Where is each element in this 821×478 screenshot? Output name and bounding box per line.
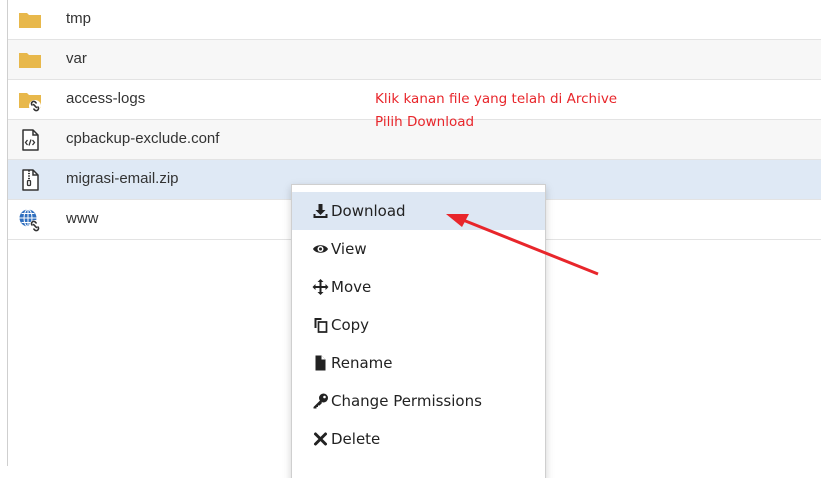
download-icon: [313, 204, 328, 218]
menu-item-label: View: [331, 240, 367, 258]
menu-item-rename[interactable]: Rename: [292, 344, 545, 382]
menu-item-label: Delete: [331, 430, 381, 448]
file-row-var[interactable]: var: [8, 40, 821, 80]
menu-item-download[interactable]: Download: [292, 192, 545, 230]
file-name: tmp: [66, 10, 92, 27]
copy-icon: [314, 318, 328, 333]
file-name: www: [66, 210, 99, 227]
file-manager: tmp var access-logs cpbackup-exclude.con…: [0, 0, 821, 478]
code-file-icon: [18, 128, 42, 152]
file-icon: [315, 355, 326, 371]
file-name: cpbackup-exclude.conf: [66, 130, 220, 147]
menu-item-move[interactable]: Move: [292, 268, 545, 306]
folder-icon: [18, 8, 42, 32]
menu-item-view[interactable]: View: [292, 230, 545, 268]
menu-item-label: Copy: [331, 316, 370, 334]
menu-item-label: Download: [331, 202, 406, 220]
annotation-line-2: Pilih Download: [375, 114, 475, 130]
menu-item-delete[interactable]: Delete: [292, 420, 545, 458]
folder-link-icon: [18, 88, 42, 112]
folder-icon: [18, 48, 42, 72]
menu-item-change-permissions[interactable]: Change Permissions: [292, 382, 545, 420]
annotation-line-1: Klik kanan file yang telah di Archive: [375, 91, 618, 107]
menu-item-label: Move: [331, 278, 372, 296]
menu-item-label: Rename: [331, 354, 393, 372]
file-name: var: [66, 50, 87, 67]
instruction-annotation: Klik kanan file yang telah di Archive Pi…: [375, 88, 617, 134]
eye-icon: [313, 245, 328, 253]
file-name: migrasi-email.zip: [66, 170, 179, 187]
file-name: access-logs: [66, 90, 146, 107]
move-arrows-icon: [312, 279, 329, 295]
key-icon: [313, 393, 328, 409]
zip-file-icon: [18, 168, 42, 192]
file-row-tmp[interactable]: tmp: [8, 0, 821, 40]
context-menu: Download View Move Copy Rename Change Pe…: [291, 184, 546, 478]
delete-x-icon: [314, 432, 327, 446]
menu-item-copy[interactable]: Copy: [292, 306, 545, 344]
globe-link-icon: [18, 208, 42, 232]
menu-item-label: Change Permissions: [331, 392, 482, 410]
